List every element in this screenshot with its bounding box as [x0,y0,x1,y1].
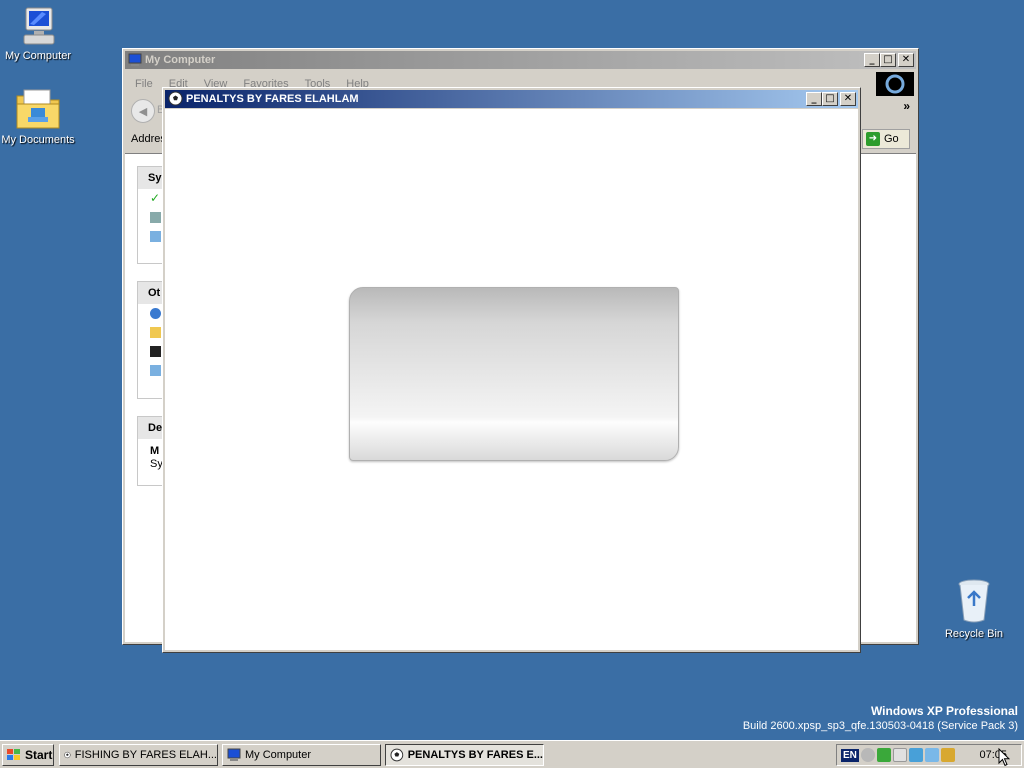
shared-docs-icon [150,346,161,357]
mouse-cursor-icon [998,748,1010,767]
maximize-button[interactable]: □ [880,53,896,67]
desktop-icon-label: My Computer [4,50,72,62]
taskbar-button-my-computer[interactable]: My Computer [222,744,381,766]
tools-tray-icon[interactable] [940,748,955,762]
os-build: Build 2600.xpsp_sp3_qfe.130503-0418 (Ser… [742,720,1018,732]
close-icon: ✕ [843,93,853,104]
display-tray-icon[interactable] [908,748,923,762]
taskbar-button-penaltys[interactable]: PENALTYS BY FARES E... [385,744,544,766]
system-tray: EN 07:05 [836,744,1022,766]
windows-flag-icon [7,749,20,760]
network-icon [150,308,161,319]
soccer-ball-icon [390,748,404,762]
desktop-icon-my-computer[interactable]: My Computer [0,6,78,62]
penaltys-game-window[interactable]: PENALTYS BY FARES ELAHLAM _ □ ✕ [162,87,861,653]
go-arrow-icon: ➜ [866,132,880,146]
soccer-ball-icon [64,751,71,759]
my-computer-icon [23,7,55,45]
my-documents-icon [16,89,60,129]
task-label: PENALTYS BY FARES E... [407,749,543,761]
network-tray-icon[interactable] [860,748,875,762]
flag-tray-icon[interactable] [892,748,907,762]
task-label: My Computer [245,749,312,761]
folder-icon [150,231,161,242]
desktop-icon-recycle-bin[interactable]: Recycle Bin [934,578,1014,640]
task-label: FISHING BY FARES ELAH... [74,749,217,761]
menu-file[interactable]: File [127,75,161,93]
close-button[interactable]: ✕ [840,92,856,106]
close-icon: ✕ [901,54,911,65]
go-button[interactable]: ➜ Go [862,129,910,149]
devices-tray-icon[interactable] [924,748,939,762]
back-button[interactable]: ◀ [131,99,155,123]
minimize-button[interactable]: _ [864,53,880,67]
go-label: Go [884,133,899,145]
maximize-button[interactable]: □ [822,92,838,106]
back-arrow-icon: ◀ [138,105,148,118]
start-label: Start [25,748,53,762]
control-panel-icon [150,365,161,376]
windows-throbber-icon [885,74,905,94]
toolbar-chevron[interactable]: » [903,99,910,113]
maximize-icon: □ [883,54,893,65]
recycle-bin-icon [958,579,990,623]
start-button[interactable]: Start [2,744,54,766]
window-titlebar[interactable]: PENALTYS BY FARES ELAHLAM _ □ ✕ [165,90,858,108]
close-button[interactable]: ✕ [898,53,914,67]
window-title: My Computer [145,54,216,66]
checkmark-icon: ✓ [150,191,161,205]
language-indicator[interactable]: EN [841,748,859,762]
documents-folder-icon [150,327,161,338]
minimize-button[interactable]: _ [806,92,822,106]
my-computer-icon [128,53,142,66]
desktop-icon-label: Recycle Bin [944,628,1004,640]
soccer-ball-icon [168,91,183,106]
minimize-icon: _ [869,54,875,65]
taskbar-button-fishing[interactable]: FISHING BY FARES ELAH... [59,744,218,766]
taskbar: Start FISHING BY FARES ELAH... My Comput… [0,740,1024,768]
os-name: Windows XP Professional [870,704,1018,718]
control-panel-icon [150,212,161,223]
game-loading-panel[interactable] [349,287,679,461]
windows-logo [876,72,914,96]
maximize-icon: □ [825,93,835,104]
my-computer-icon [227,748,241,761]
window-titlebar[interactable]: My Computer _ □ ✕ [125,51,916,69]
os-version-watermark: Windows XP Professional Build 2600.xpsp_… [743,704,1018,734]
minimize-icon: _ [811,93,817,104]
desktop-icon-my-documents[interactable]: My Documents [0,86,78,146]
desktop-icon-label: My Documents [1,134,75,146]
window-title: PENALTYS BY FARES ELAHLAM [186,93,359,105]
game-canvas[interactable] [165,109,858,650]
security-tray-icon[interactable] [876,748,891,762]
